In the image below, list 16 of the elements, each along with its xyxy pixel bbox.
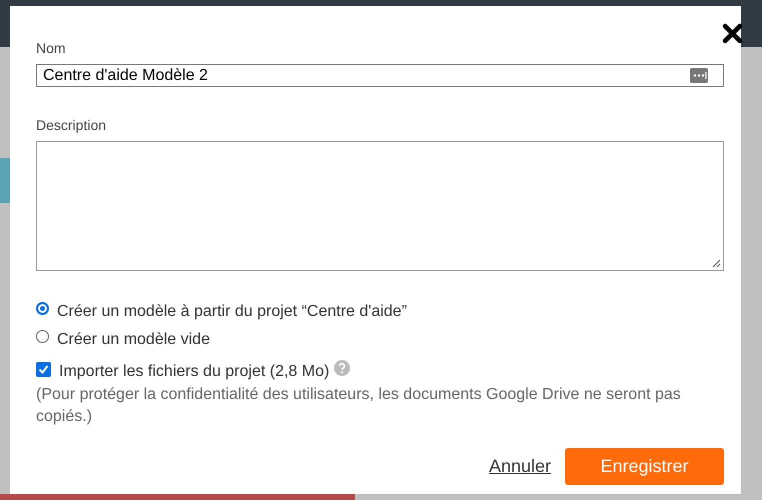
option-label: Créer un modèle à partir du projet “Centre d'aide” — [57, 302, 407, 322]
description-field[interactable] — [36, 141, 724, 271]
checkbox-label: Importer les fichiers du projet (2,8 Mo) — [59, 362, 330, 382]
radio-button[interactable] — [36, 330, 49, 343]
cancel-link[interactable]: Annuler — [488, 456, 551, 477]
field-label: Nom — [36, 40, 67, 56]
field-label: Description — [36, 117, 108, 133]
name-field[interactable]: Centre d'aide Modèle 2 — [36, 64, 724, 87]
side-stripe — [0, 158, 10, 203]
close-icon[interactable] — [722, 23, 743, 44]
note-text: (Pour protéger la confidentialité des utilisateurs, les documents Google Drive ne seront pas copiés.) — [36, 385, 682, 427]
checkbox[interactable] — [36, 362, 51, 377]
option-label: Créer un modèle vide — [57, 330, 210, 350]
radio-button[interactable] — [36, 302, 49, 315]
password-manager-icon[interactable] — [690, 68, 708, 83]
resize-grip-icon[interactable] — [712, 259, 721, 268]
